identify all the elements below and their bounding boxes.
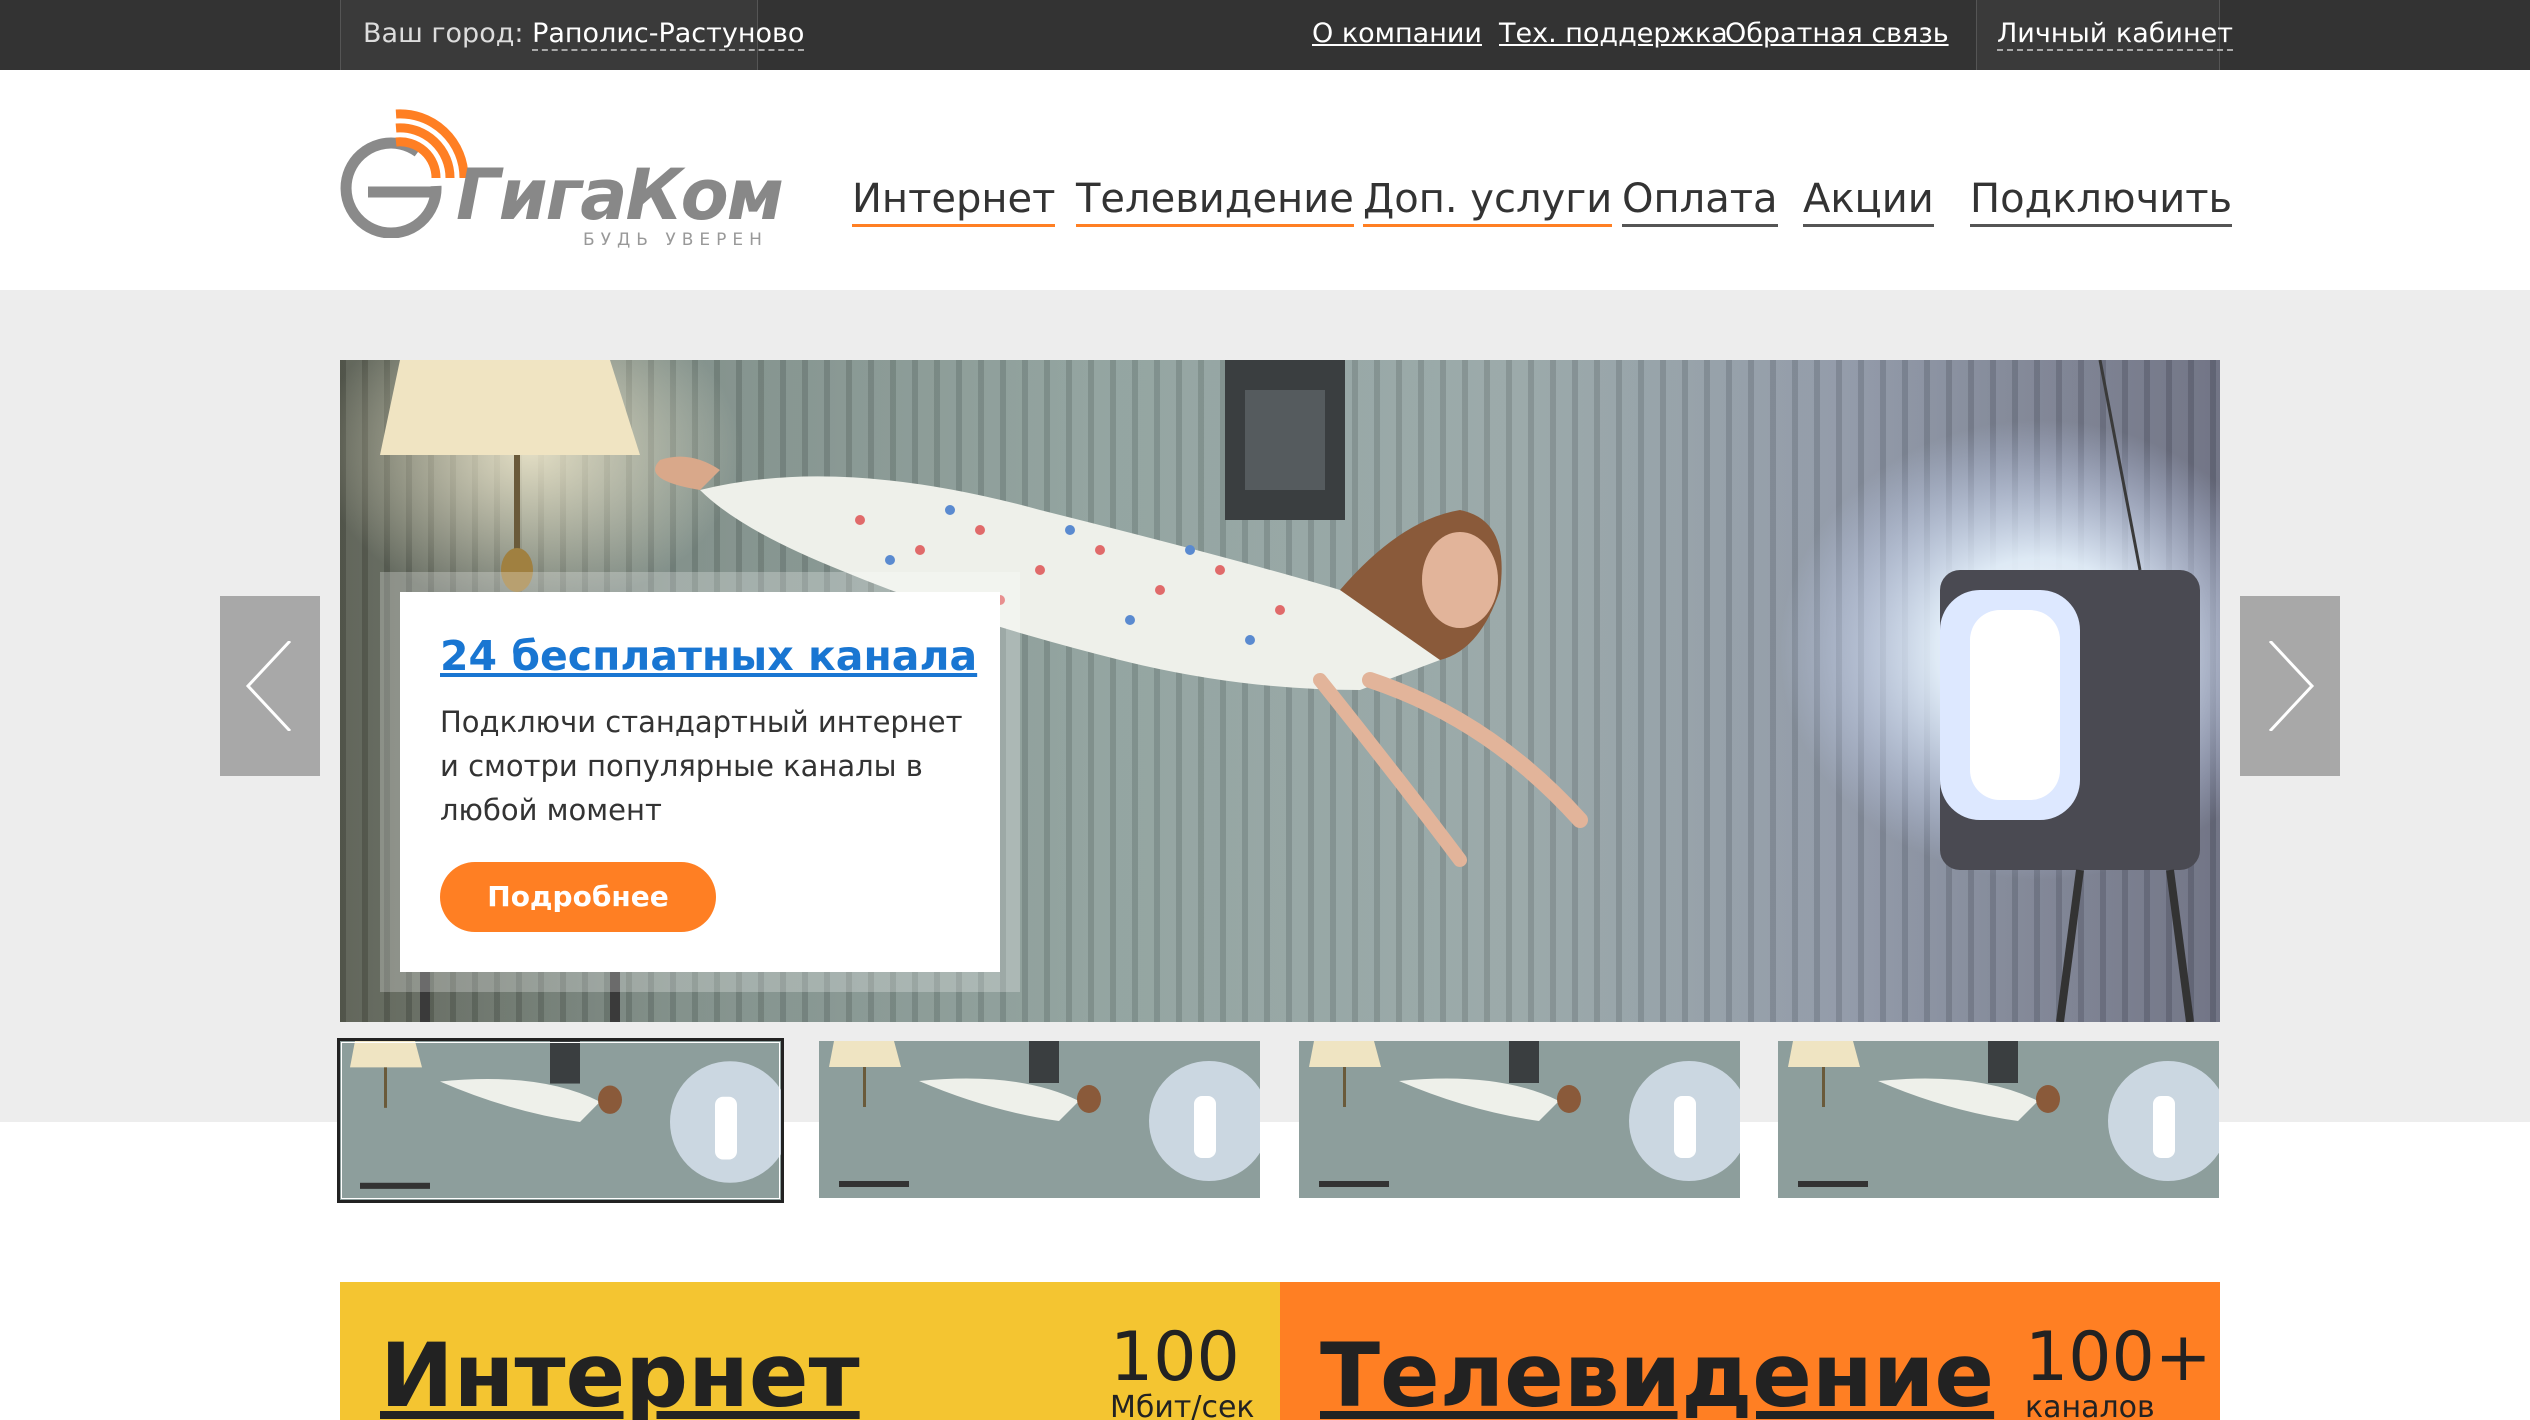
nav-connect[interactable]: Подключить (1970, 176, 2233, 227)
logo[interactable]: ГигаКом БУДЬ УВЕРЕН (338, 108, 784, 258)
about-link[interactable]: О компании (1312, 18, 1482, 49)
more-button[interactable]: Подробнее (440, 862, 716, 932)
feedback-link[interactable]: Обратная связь (1725, 18, 1949, 49)
service-tv-value: 100+ (2025, 1318, 2212, 1397)
header: ГигаКом БУДЬ УВЕРЕН Интернет Телевидение… (0, 70, 2530, 290)
service-internet-title[interactable]: Интернет (380, 1324, 860, 1420)
service-internet[interactable]: Интернет 100 Мбит/сек (340, 1282, 1281, 1420)
support-link[interactable]: Тех. поддержка (1499, 18, 1728, 49)
slider-thumbnail-3[interactable] (1299, 1041, 1740, 1198)
cabinet-box: Личный кабинет (1976, 0, 2233, 70)
nav-payment[interactable]: Оплата (1622, 176, 1778, 227)
promo-text: Подключи стандартный интернет и смотри п… (440, 705, 963, 827)
top-bar: Ваш город: Раполис-Растуново О компании … (0, 0, 2530, 70)
city-link[interactable]: Раполис-Растуново (532, 18, 805, 51)
nav-internet[interactable]: Интернет (852, 176, 1056, 227)
city-selector[interactable]: Ваш город: Раполис-Растуново (340, 0, 805, 70)
logo-tagline: БУДЬ УВЕРЕН (583, 230, 768, 250)
chevron-left-icon (245, 641, 292, 731)
thumbnail-image (819, 1041, 1260, 1198)
city-prefix: Ваш город: (363, 18, 524, 49)
thumbnail-image (1299, 1041, 1740, 1198)
slider-thumbnail-2[interactable] (819, 1041, 1260, 1198)
service-internet-unit: Мбит/сек (1110, 1390, 1255, 1420)
slider-thumbnail-1[interactable] (337, 1038, 784, 1203)
service-tv-unit: каналов (2025, 1390, 2155, 1420)
service-internet-value: 100 (1110, 1318, 1240, 1397)
slider-thumbnail-4[interactable] (1778, 1041, 2219, 1198)
promo-card: 24 бесплатных канала Подключи стандартны… (400, 592, 1000, 972)
nav-television[interactable]: Телевидение (1076, 176, 1354, 227)
nav-extra-services[interactable]: Доп. услуги (1363, 176, 1613, 227)
service-tv-title[interactable]: Телевидение (1320, 1324, 1994, 1420)
thumbnail-image (340, 1041, 781, 1200)
slider-prev-button[interactable] (220, 596, 320, 776)
chevron-right-icon (2268, 641, 2315, 731)
nav-promotions[interactable]: Акции (1803, 176, 1934, 227)
service-tv[interactable]: Телевидение 100+ каналов (1280, 1282, 2220, 1420)
city-label: Ваш город: Раполис-Растуново (363, 18, 805, 51)
personal-cabinet-link[interactable]: Личный кабинет (1997, 18, 2233, 51)
slider-next-button[interactable] (2240, 596, 2340, 776)
thumbnail-image (1778, 1041, 2219, 1198)
promo-title[interactable]: 24 бесплатных канала (440, 632, 977, 680)
logo-name: ГигаКом (456, 154, 784, 236)
